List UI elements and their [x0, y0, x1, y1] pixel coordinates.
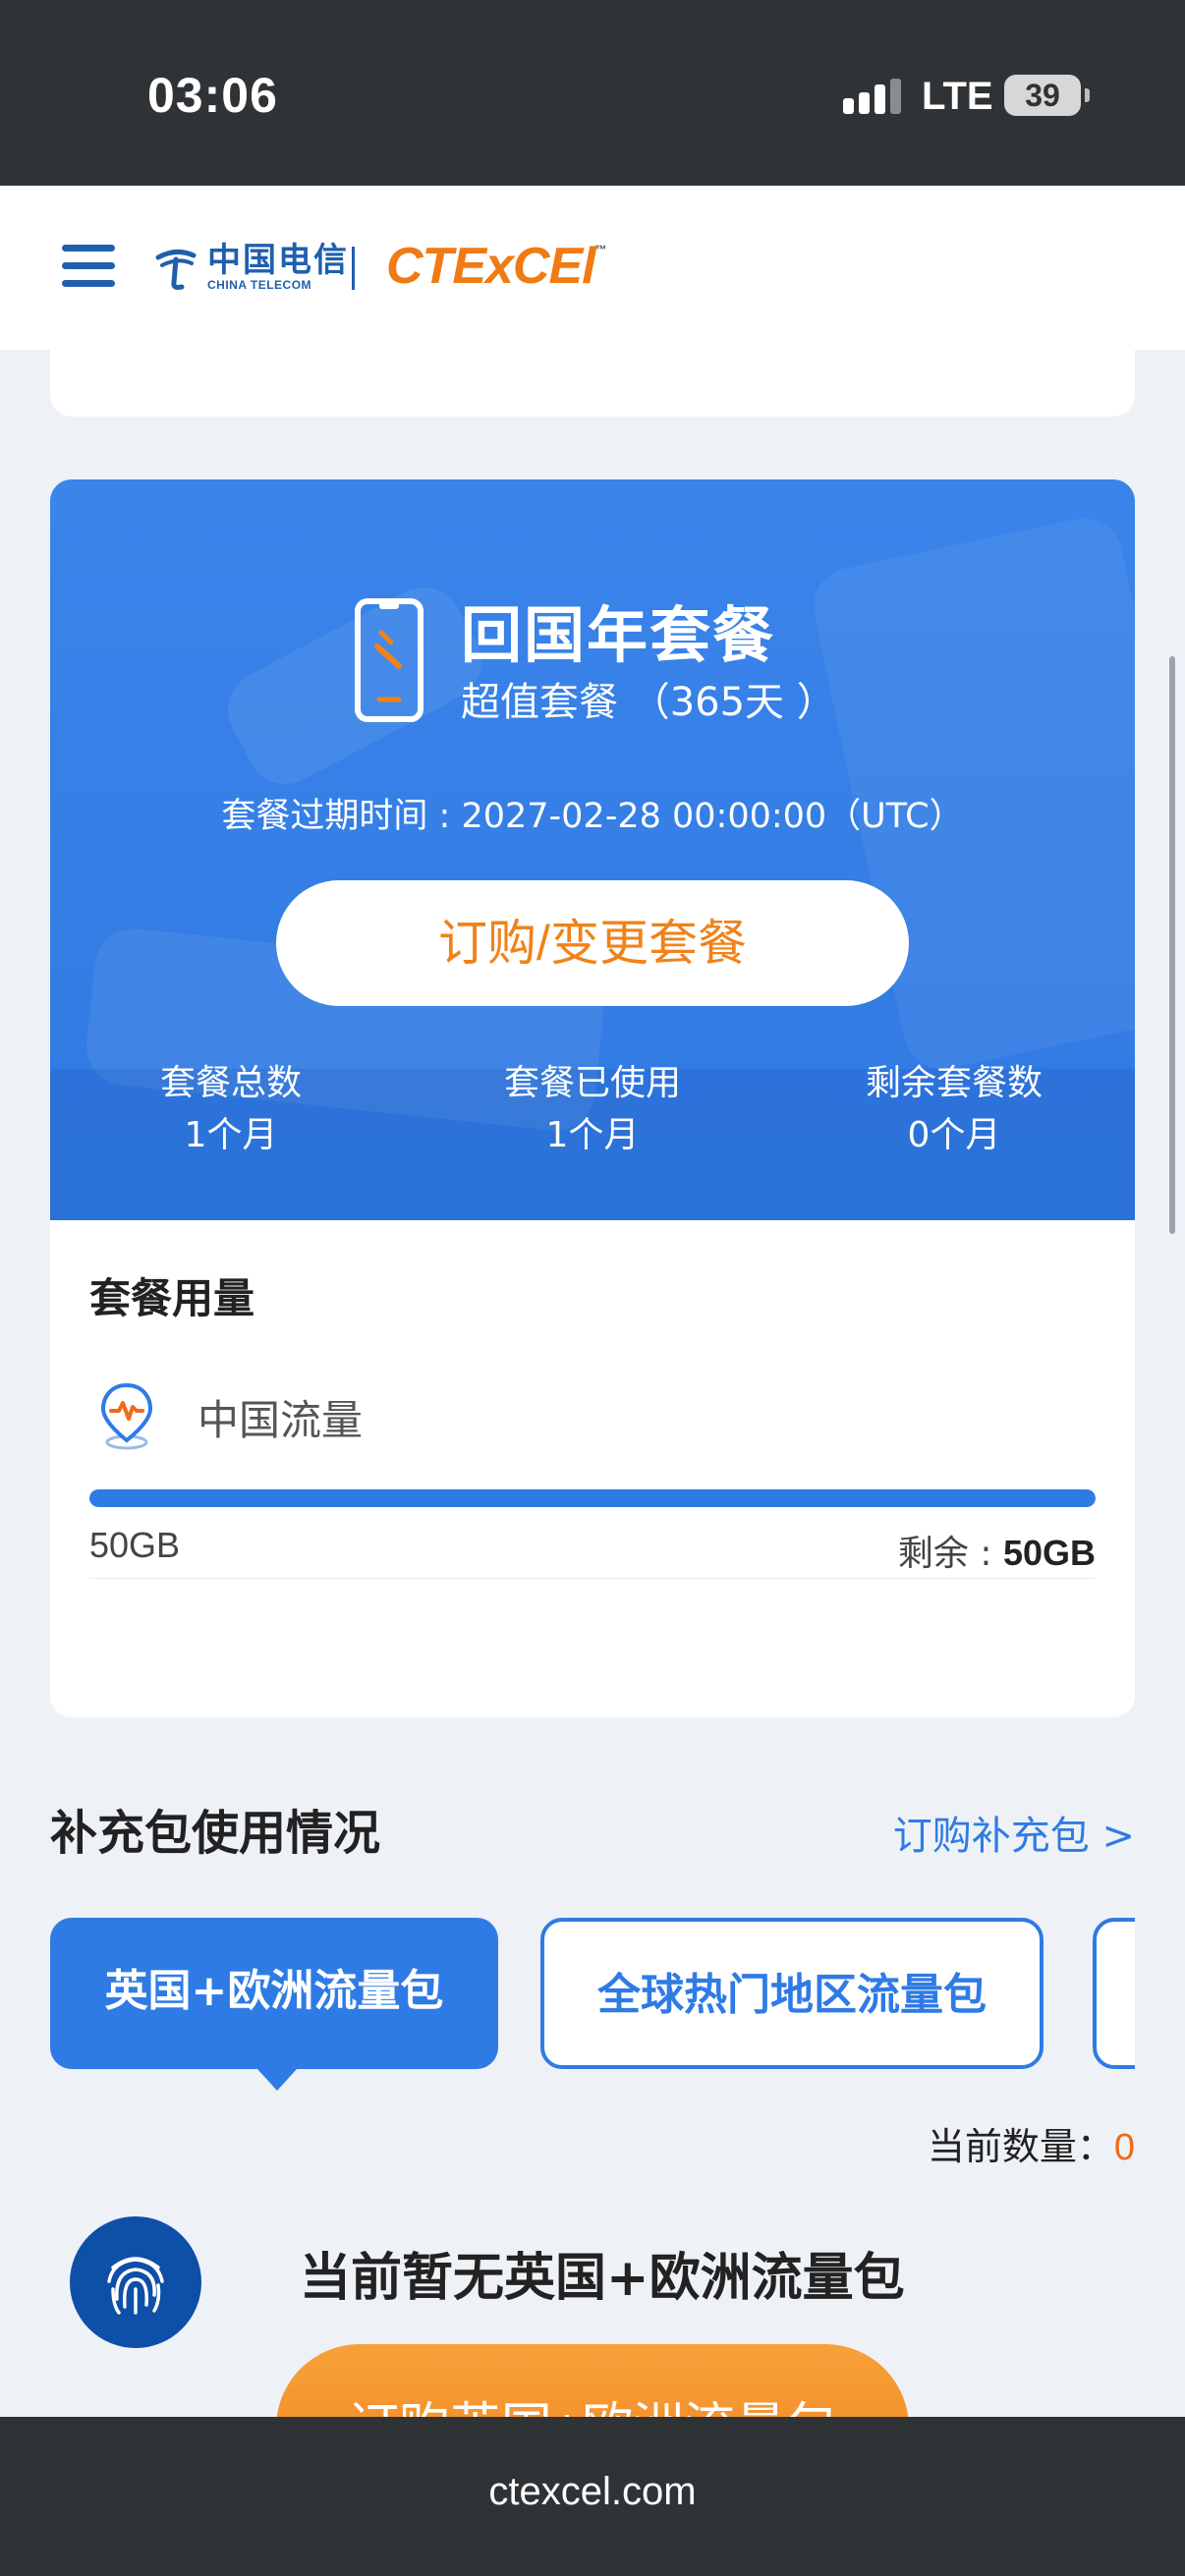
empty-addon-message: 当前暂无英国+欧洲流量包 — [300, 2249, 905, 2308]
count-value: 0 — [1113, 2127, 1135, 2168]
ctexcel-logo-text: CTExCEl — [386, 238, 596, 295]
usage-progress-bar — [89, 1489, 1096, 1507]
stat-label: 套餐总数 — [159, 1063, 302, 1103]
plan-stats: 套餐总数 1个月 套餐已使用 1个月 剩余套餐数 0个月 — [50, 1059, 1135, 1163]
order-change-plan-button[interactable]: 订购/变更套餐 — [276, 880, 909, 1006]
stat-value: 1个月 — [184, 1115, 278, 1155]
addon-tabs: 英国+欧洲流量包 全球热门地区流量包 — [50, 1918, 1135, 2071]
status-bar: 03:06 LTE 39 — [0, 0, 1185, 186]
plan-expiry: 套餐过期时间 : 2027-02-28 00:00:00（UTC） — [221, 797, 964, 836]
plan-card: 回国年套餐 超值套餐 （365天 ） 套餐过期时间 : 2027-02-28 0… — [50, 479, 1135, 1717]
addon-count: 当前数量：0 — [928, 2116, 1135, 2170]
stat-value: 1个月 — [545, 1115, 640, 1155]
china-telecom-logo[interactable]: 中国电信 CHINA TELECOM — [152, 243, 349, 292]
divider — [89, 1578, 1096, 1579]
scrollbar[interactable] — [1169, 656, 1175, 1234]
count-label: 当前数量： — [927, 2125, 1114, 2168]
stat-used: 套餐已使用 1个月 — [412, 1059, 773, 1163]
usage-item-label: 中国流量 — [198, 1396, 364, 1444]
tab-global-popular[interactable]: 全球热门地区流量包 — [540, 1918, 1044, 2069]
stat-value: 0个月 — [907, 1115, 1001, 1155]
menu-icon[interactable] — [62, 245, 115, 288]
active-tab-pointer — [257, 2069, 297, 2091]
plan-subtitle: 超值套餐 （365天 ） — [461, 680, 836, 725]
usage-title: 套餐用量 — [89, 1274, 255, 1322]
usage-progress-fill — [89, 1489, 1096, 1507]
stat-remaining: 剩余套餐数 0个月 — [773, 1059, 1135, 1163]
china-telecom-mark-icon — [152, 244, 199, 291]
logo-divider — [352, 247, 355, 290]
stat-label: 剩余套餐数 — [865, 1063, 1043, 1103]
order-addon-link[interactable]: 订购补充包 > — [893, 1804, 1135, 1861]
tab-uk-europe[interactable]: 英国+欧洲流量包 — [50, 1918, 498, 2069]
status-time: 03:06 — [147, 68, 278, 123]
stat-total: 套餐总数 1个月 — [50, 1059, 412, 1163]
location-pulse-icon — [97, 1379, 156, 1452]
signal-icon — [843, 79, 902, 118]
addon-section-title: 补充包使用情况 — [50, 1806, 381, 1861]
remaining-label: 剩余 : — [897, 1534, 1003, 1574]
usage-remaining: 剩余 : 50GB — [898, 1525, 1096, 1576]
browser-url-bar[interactable]: ctexcel.com — [0, 2417, 1185, 2576]
ctexcel-logo[interactable]: CTExCEl™ — [386, 237, 607, 296]
plan-banner: 回国年套餐 超值套餐 （365天 ） 套餐过期时间 : 2027-02-28 0… — [50, 479, 1135, 1220]
tab-more[interactable] — [1093, 1918, 1135, 2069]
network-label: LTE — [922, 75, 993, 118]
url-text[interactable]: ctexcel.com — [0, 2470, 1185, 2514]
previous-card-bottom — [50, 350, 1135, 417]
trademark-mark: ™ — [594, 243, 607, 256]
usage-total: 50GB — [89, 1525, 181, 1565]
fingerprint-icon[interactable] — [70, 2216, 201, 2348]
site-header: 中国电信 CHINA TELECOM CTExCEl™ — [0, 186, 1185, 350]
remaining-value: 50GB — [1002, 1533, 1096, 1573]
plan-title: 回国年套餐 — [461, 599, 776, 671]
phone-icon — [354, 597, 424, 723]
logo-en-text: CHINA TELECOM — [207, 278, 312, 292]
logo-cn-text: 中国电信 — [207, 241, 349, 280]
battery-icon: 39 — [1004, 75, 1090, 116]
stat-label: 套餐已使用 — [503, 1063, 681, 1103]
